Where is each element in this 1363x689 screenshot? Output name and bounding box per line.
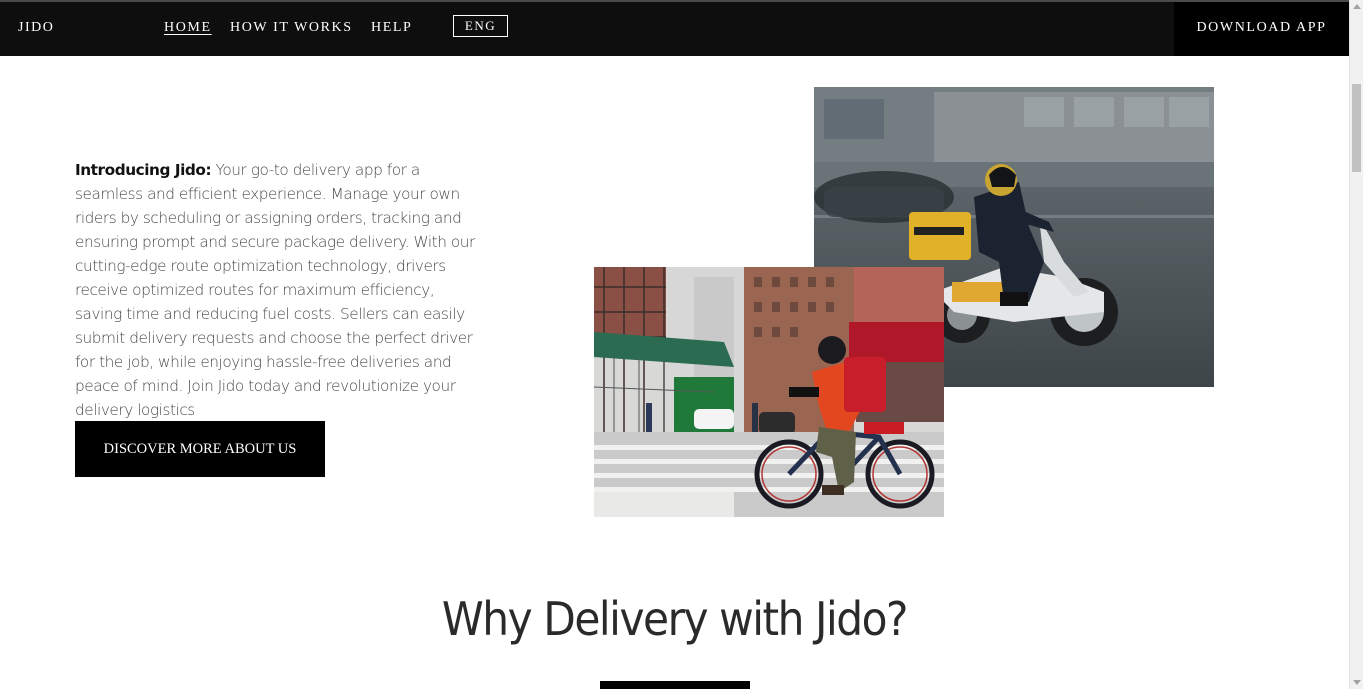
page-scrollbar[interactable] (1349, 0, 1363, 689)
download-app-button[interactable]: DOWNLOAD APP (1174, 2, 1349, 56)
navbar: JIDO HOME HOW IT WORKS HELP ENG DOWNLOAD… (0, 2, 1349, 56)
section-divider (600, 681, 750, 689)
intro-body: Your go-to delivery app for a seamless a… (75, 161, 475, 419)
language-selector[interactable]: ENG (453, 15, 508, 37)
section-title: Why Delivery with Jido? (441, 592, 909, 646)
scroll-up-arrow-icon[interactable] (1353, 4, 1361, 9)
intro-lead: Introducing Jido: (75, 161, 212, 179)
intro-paragraph: Introducing Jido: Your go-to delivery ap… (75, 158, 477, 422)
scroll-down-arrow-icon[interactable] (1353, 680, 1361, 685)
scroll-thumb[interactable] (1352, 84, 1361, 172)
nav-help-link[interactable]: HELP (371, 20, 412, 36)
bicycle-courier-image (594, 267, 944, 517)
brand-logo[interactable]: JIDO (18, 20, 54, 36)
nav-how-it-works-link[interactable]: HOW IT WORKS (230, 20, 353, 36)
discover-more-button[interactable]: DISCOVER MORE ABOUT US (75, 421, 325, 477)
nav-home-link[interactable]: HOME (164, 20, 212, 36)
